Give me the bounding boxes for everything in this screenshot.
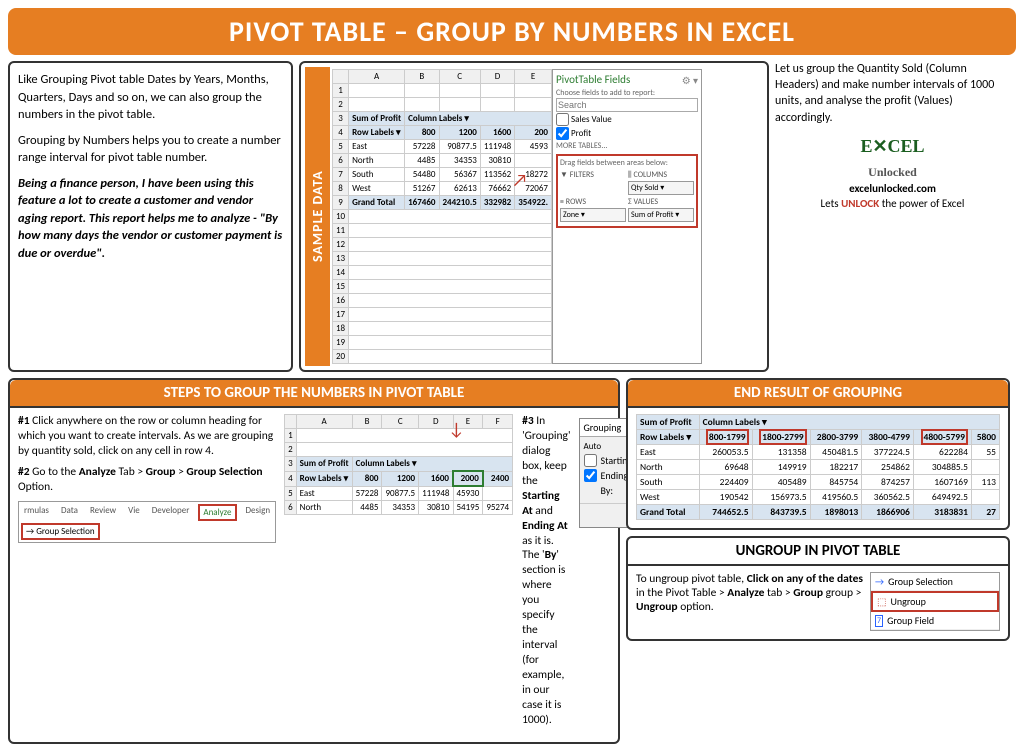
sample-pivot-table: ABCDE 1 2 3Sum of ProfitColumn Labels ▾ … bbox=[332, 69, 552, 364]
group-menu: →Group Selection ⬚Ungroup 7Group Field bbox=[870, 572, 1000, 631]
menu-group-field[interactable]: 7Group Field bbox=[871, 612, 999, 630]
intro-p2: Grouping by Numbers helps you to create … bbox=[18, 132, 283, 167]
field-areas: Drag fields between areas below: ▼ FILTE… bbox=[556, 154, 698, 228]
menu-ungroup[interactable]: ⬚Ungroup bbox=[871, 591, 999, 612]
intro-box: Like Grouping Pivot table Dates by Years… bbox=[8, 61, 293, 372]
search-input[interactable] bbox=[556, 98, 698, 112]
end-result-table: Sum of ProfitColumn Labels ▾ Row Labels … bbox=[636, 414, 1000, 520]
logo: E✕CELUnlocked excelunlocked.com Lets UNL… bbox=[775, 134, 1010, 212]
field-sales-value[interactable]: Sales Value bbox=[556, 113, 698, 126]
sample-label: SAMPLE DATA bbox=[305, 67, 330, 366]
starting-at-check[interactable] bbox=[584, 454, 597, 467]
intro-p1: Like Grouping Pivot table Dates by Years… bbox=[18, 71, 283, 124]
end-result-box: END RESULT OF GROUPING Sum of ProfitColu… bbox=[626, 378, 1010, 530]
page-title: PIVOT TABLE – GROUP BY NUMBERS IN EXCEL bbox=[8, 8, 1016, 55]
more-tables[interactable]: MORE TABLES... bbox=[556, 141, 698, 151]
step-3: #3 In 'Grouping' dialog box, keep the St… bbox=[522, 414, 570, 728]
step-table: ABCDEF 12 3Sum of ProfitColumn Labels ▾ … bbox=[284, 414, 513, 515]
gear-icon[interactable]: ⚙ ▾ bbox=[682, 74, 698, 87]
steps-header: STEPS TO GROUP THE NUMBERS IN PIVOT TABL… bbox=[10, 380, 618, 408]
site-url: excelunlocked.com bbox=[775, 182, 1010, 197]
right-column: Let us group the Quantity Sold (Column H… bbox=[775, 61, 1010, 372]
ungroup-header: UNGROUP IN PIVOT TABLE bbox=[628, 538, 1008, 566]
columns-field[interactable]: Qty Sold ▾ bbox=[628, 181, 694, 195]
intro-p3: Being a finance person, I have been usin… bbox=[18, 175, 283, 263]
menu-group-selection[interactable]: →Group Selection bbox=[871, 573, 999, 591]
steps-box: STEPS TO GROUP THE NUMBERS IN PIVOT TABL… bbox=[8, 378, 620, 744]
ungroup-text: To ungroup pivot table, Click on any of … bbox=[636, 572, 864, 631]
ungroup-box: UNGROUP IN PIVOT TABLE To ungroup pivot … bbox=[626, 536, 1010, 641]
fields-sub: Choose fields to add to report: bbox=[556, 88, 698, 98]
field-profit[interactable]: Profit bbox=[556, 127, 698, 140]
tagline: Lets UNLOCK the power of Excel bbox=[775, 197, 1010, 212]
right-p1: Let us group the Quantity Sold (Column H… bbox=[775, 61, 1010, 126]
fields-title: PivotTable Fields bbox=[556, 73, 630, 86]
sample-data-box: SAMPLE DATA ABCDE 1 2 3Sum of ProfitColu… bbox=[299, 61, 769, 372]
end-result-header: END RESULT OF GROUPING bbox=[628, 380, 1008, 408]
pivot-fields-pane[interactable]: PivotTable Fields ⚙ ▾ Choose fields to ad… bbox=[552, 69, 702, 364]
group-selection-button[interactable]: → Group Selection bbox=[21, 523, 100, 540]
ribbon: rmulasDataReviewVieDeveloperAnalyzeDesig… bbox=[18, 501, 276, 543]
analyze-tab[interactable]: Analyze bbox=[198, 504, 236, 521]
rows-field[interactable]: Zone ▾ bbox=[560, 208, 626, 222]
step-2: #2 Go to the Analyze Tab > Group > Group… bbox=[18, 465, 276, 495]
title-text: PIVOT TABLE – GROUP BY NUMBERS IN EXCEL bbox=[14, 14, 1010, 49]
values-field[interactable]: Sum of Profit ▾ bbox=[628, 208, 694, 222]
ending-at-check[interactable] bbox=[584, 469, 597, 482]
step-1: #1 Click anywhere on the row or column h… bbox=[18, 414, 276, 459]
arrow-icon: ↗ bbox=[512, 169, 528, 191]
